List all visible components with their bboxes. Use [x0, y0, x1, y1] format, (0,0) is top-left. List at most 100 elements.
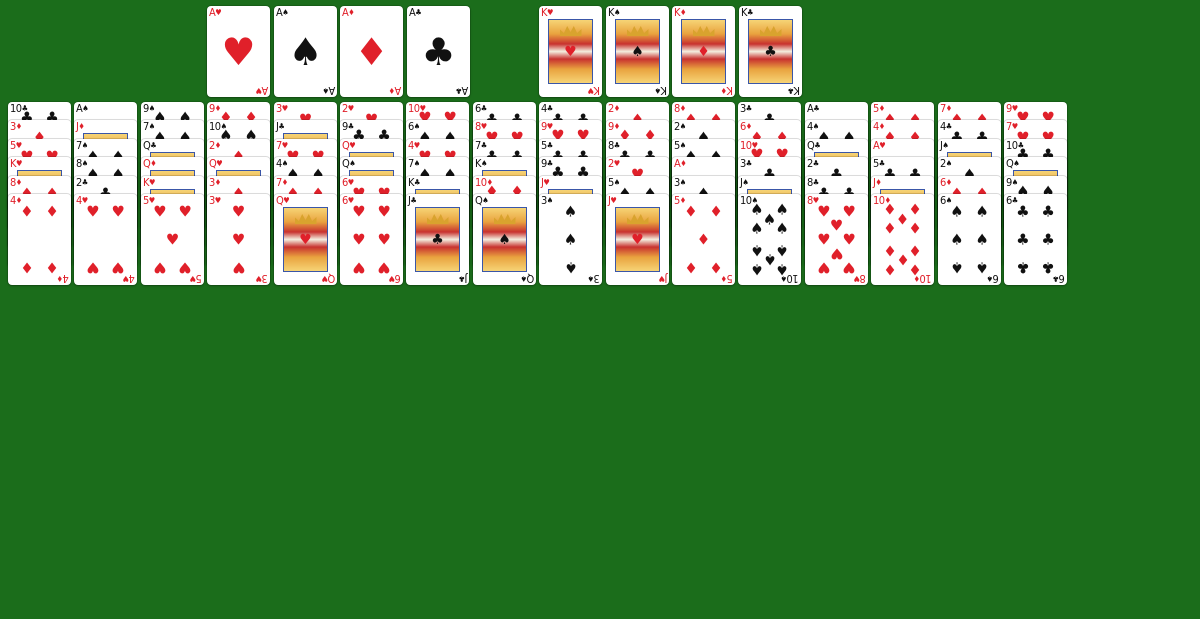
card-index-top: 3♦ [209, 177, 221, 188]
card-index-bottom: K♠ [655, 84, 667, 97]
diamond-icon: ♦ [613, 104, 620, 113]
spade-icon: ♠ [950, 230, 964, 248]
club-icon: ♣ [813, 104, 820, 113]
card-index-top: 3♥ [276, 103, 288, 114]
card-index-top: 3♣ [740, 158, 752, 169]
card-index-top: J♦ [873, 177, 882, 188]
diamond-icon: ♦ [78, 122, 85, 131]
card-index-top: Q♠ [1006, 158, 1020, 169]
foundation-ace-heart[interactable]: A♥ ♥ A♥ [207, 6, 270, 97]
crown-icon [626, 26, 649, 36]
club-icon: ♣ [278, 122, 285, 131]
court-figure: ♣ [748, 19, 793, 84]
heart-icon: ♥ [377, 202, 391, 221]
foundation-king-heart[interactable]: K♥ ♥ K♥ [539, 6, 602, 97]
card-index-top: K♥ [541, 7, 553, 18]
card-index-top: 2♠ [674, 121, 686, 132]
heart-icon: ♥ [631, 231, 644, 248]
spade-icon: ♠ [750, 200, 764, 219]
diamond-icon: ♦ [696, 230, 711, 248]
spade-icon: ♠ [498, 231, 511, 248]
tableau-card[interactable]: 6♥♥♥♥♥♥♥6♥ [340, 194, 403, 285]
tableau-card[interactable]: 10♦♦♦♦♦♦♦♦♦♦♦10♦ [871, 194, 934, 285]
diamond-icon: ♦ [388, 86, 395, 95]
foundation-ace-spade[interactable]: A♠ ♠ A♠ [274, 6, 337, 97]
card-rank: 6 [993, 272, 999, 285]
tableau-card[interactable]: Q♥♥Q♥ [274, 194, 337, 285]
crown-icon [426, 214, 449, 224]
card-index-bottom: A♣ [456, 84, 468, 97]
spade-icon: ♠ [481, 159, 487, 168]
spade-icon: ♠ [762, 210, 777, 229]
heart-icon: ♥ [283, 196, 290, 205]
heart-icon: ♥ [16, 159, 22, 168]
card-index-top: A♣ [807, 103, 820, 114]
foundation-king-club[interactable]: K♣ ♣ K♣ [739, 6, 802, 97]
card-index-bottom: K♥ [588, 84, 600, 97]
card-rank: 5 [727, 272, 733, 285]
heart-icon: ♥ [349, 141, 356, 150]
tableau-card[interactable]: 4♦♦♦♦♦4♦ [8, 194, 71, 285]
card-index-top: K♥ [143, 177, 155, 188]
spade-icon: ♠ [482, 196, 489, 205]
diamond-icon: ♦ [697, 43, 710, 60]
tableau-card[interactable]: 3♥♥♥♥3♥ [207, 194, 270, 285]
card-index-top: 2♣ [807, 158, 819, 169]
card-index-bottom: A♥ [256, 84, 268, 97]
foundation-ace-diamond[interactable]: A♦ ♦ A♦ [340, 6, 403, 97]
card-index-top: 2♦ [209, 140, 221, 151]
heart-icon: ♥ [216, 159, 223, 168]
court-figure: ♣ [415, 207, 460, 272]
card-index-top: Q♥ [342, 140, 356, 151]
club-icon: ♣ [747, 8, 753, 17]
heart-icon: ♥ [165, 230, 180, 248]
card-rank: 10 [920, 272, 932, 285]
card-rank: K [727, 84, 733, 97]
card-index-top: J♦ [76, 121, 85, 132]
tableau-card[interactable]: 8♥♥♥♥♥♥♥♥♥8♥ [805, 194, 868, 285]
spade-icon: ♠ [563, 230, 578, 248]
tableau-card[interactable]: 10♠♠♠♠♠♠♠♠♠♠♠10♠ [738, 194, 801, 285]
spade-icon: ♠ [520, 274, 527, 283]
spade-icon: ♠ [655, 86, 661, 95]
card-index-bottom: 4♥ [123, 272, 135, 285]
spade-icon: ♠ [322, 86, 329, 95]
foundation-king-spade[interactable]: K♠ ♠ K♠ [606, 6, 669, 97]
heart-icon: ♥ [221, 29, 256, 74]
tableau-card[interactable]: 5♥♥♥♥♥♥5♥ [141, 194, 204, 285]
tableau-card[interactable]: 6♣♣♣♣♣♣♣6♣ [1004, 194, 1067, 285]
card-index-bottom: A♦ [388, 84, 401, 97]
tableau-card[interactable]: 3♠♠♠♠3♠ [539, 194, 602, 285]
card-index-bottom: 8♥ [854, 272, 866, 285]
tableau-card[interactable]: Q♠♠Q♠ [473, 194, 536, 285]
diamond-icon: ♦ [908, 200, 922, 219]
spade-icon: ♠ [614, 8, 620, 17]
card-index-top: J♥ [608, 195, 617, 206]
heart-icon: ♥ [123, 274, 130, 283]
diamond-icon: ♦ [20, 258, 34, 277]
club-icon: ♣ [1053, 274, 1060, 283]
diamond-icon: ♦ [214, 141, 221, 150]
card-rank: 4 [63, 272, 69, 285]
card-index-bottom: 10♠ [781, 272, 799, 285]
tableau-card[interactable]: J♣♣J♣ [406, 194, 469, 285]
card-index-top: 2♥ [608, 158, 620, 169]
game-board: A♥ ♥ A♥ A♠ ♠ A♠ A♦ ♦ A♦ A♣ ♣ A♣ K♥ ♥ K♥ K♠ ♠ K♠ K♦ ♦ K♦ K♣ ♣ K♣… [0, 0, 1200, 619]
foundation-ace-club[interactable]: A♣ ♣ A♣ [407, 6, 470, 97]
foundation-king-diamond[interactable]: K♦ ♦ K♦ [672, 6, 735, 97]
spade-icon: ♠ [563, 258, 578, 277]
tableau-card[interactable]: 5♦♦♦♦♦♦5♦ [672, 194, 735, 285]
tableau-card[interactable]: J♥♥J♥ [606, 194, 669, 285]
tableau-card[interactable]: 6♠♠♠♠♠♠♠6♠ [938, 194, 1001, 285]
card-index-top: 3♣ [740, 103, 752, 114]
card-index-bottom: 5♦ [721, 272, 733, 285]
spade-icon: ♠ [775, 200, 789, 219]
spade-icon: ♠ [588, 274, 595, 283]
card-index-top: Q♥ [276, 195, 290, 206]
club-icon: ♣ [745, 159, 752, 168]
spade-icon: ♠ [546, 196, 553, 205]
card-rank: A [328, 84, 335, 97]
card-rank: 8 [860, 272, 866, 285]
tableau-card[interactable]: 4♥♥♥♥♥4♥ [74, 194, 137, 285]
spade-icon: ♠ [742, 178, 749, 187]
